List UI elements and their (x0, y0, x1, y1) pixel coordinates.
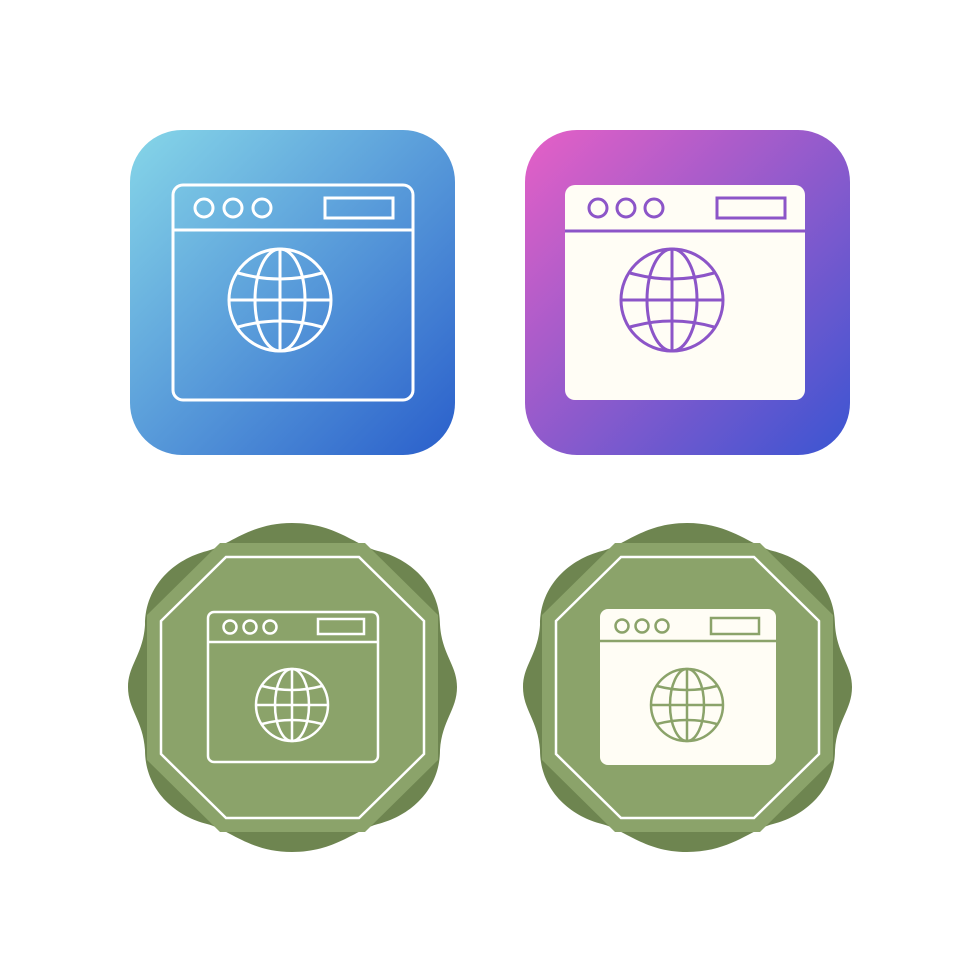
icon-background (130, 130, 455, 455)
browser-globe-outline-blue-icon (125, 125, 460, 460)
browser-globe-outline-green-icon (120, 515, 465, 860)
globe-icon (254, 667, 330, 743)
browser-window-icon (565, 185, 805, 400)
browser-globe-filled-green-icon (515, 515, 860, 860)
icon-grid (0, 0, 980, 980)
browser-window-icon (600, 609, 776, 765)
globe-icon (227, 247, 333, 353)
browser-globe-filled-purple-icon (520, 125, 855, 460)
globe-icon (619, 247, 725, 353)
globe-icon (649, 667, 725, 743)
